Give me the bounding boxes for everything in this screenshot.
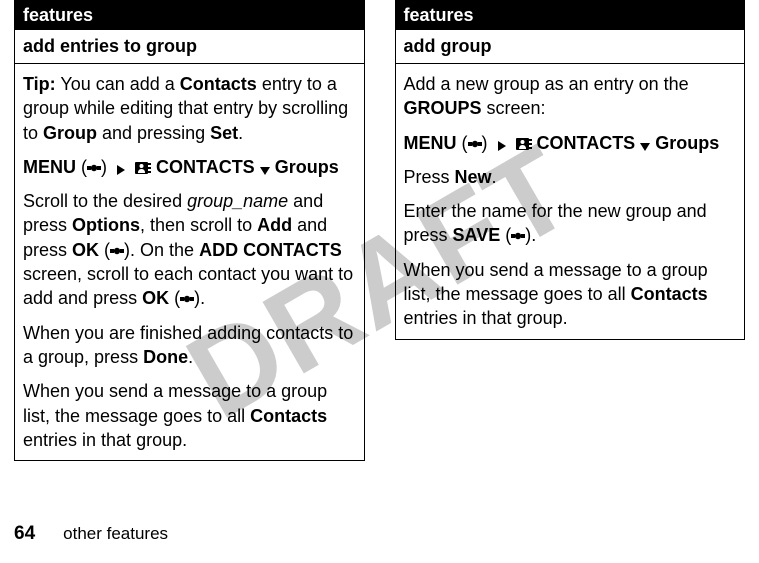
center-key-icon (87, 161, 101, 175)
down-arrow-icon (640, 143, 650, 151)
page-number: 64 (14, 523, 35, 544)
text: . (188, 347, 193, 367)
left-body: Tip: You can add a Contacts entry to a g… (15, 64, 364, 460)
contacts-menu: CONTACTS (156, 157, 255, 177)
groups-menu: Groups (655, 133, 719, 153)
text: entries in that group. (23, 430, 187, 450)
tip-label: Tip: (23, 74, 56, 94)
right-arrow-icon (498, 141, 506, 151)
left-menu-path: MENU () CONTACTS Groups (23, 155, 356, 179)
text: Enter the name for the new group and pre… (404, 201, 707, 245)
text: . (492, 167, 497, 187)
content-columns: features add entries to group Tip: You c… (0, 0, 759, 461)
text: . (200, 288, 205, 308)
text: screen: (482, 98, 546, 118)
left-title: add entries to group (15, 30, 364, 64)
text: . (531, 225, 536, 245)
phonebook-icon (135, 161, 151, 175)
text: entries in that group. (404, 308, 568, 328)
right-header: features (396, 1, 745, 30)
groups-word: GROUPS (404, 98, 482, 118)
right-p1: Add a new group as an entry on the GROUP… (404, 72, 737, 121)
center-key-icon (511, 229, 525, 243)
footer: 64 other features (14, 523, 168, 545)
contacts-word: Contacts (631, 284, 708, 304)
text: . On the (130, 240, 199, 260)
group-name: group_name (187, 191, 288, 211)
ok-word: OK (72, 240, 99, 260)
add-contacts-word: ADD CONTACTS (199, 240, 342, 260)
center-key-icon (180, 292, 194, 306)
options-word: Options (72, 215, 140, 235)
menu-word: MENU (404, 133, 457, 153)
groups-menu: Groups (275, 157, 339, 177)
add-word: Add (257, 215, 292, 235)
text: You can add a (56, 74, 180, 94)
footer-label: other features (63, 524, 168, 543)
text: , then scroll to (140, 215, 257, 235)
text: Add a new group as an entry on the (404, 74, 689, 94)
left-column: features add entries to group Tip: You c… (14, 0, 365, 461)
right-arrow-icon (117, 165, 125, 175)
right-title: add group (396, 30, 745, 64)
left-tip-paragraph: Tip: You can add a Contacts entry to a g… (23, 72, 356, 145)
left-header: features (15, 1, 364, 30)
text: Press (404, 167, 455, 187)
right-body: Add a new group as an entry on the GROUP… (396, 64, 745, 339)
right-column: features add group Add a new group as an… (395, 0, 746, 340)
new-word: New (455, 167, 492, 187)
right-p2: Press New. (404, 165, 737, 189)
group-word: Group (43, 123, 97, 143)
contacts-word: Contacts (250, 406, 327, 426)
text: and pressing (97, 123, 210, 143)
contacts-menu: CONTACTS (537, 133, 636, 153)
done-word: Done (143, 347, 188, 367)
left-p4: When you send a message to a group list,… (23, 379, 356, 452)
text: . (238, 123, 243, 143)
phonebook-icon (516, 137, 532, 151)
save-word: SAVE (453, 225, 501, 245)
text: Scroll to the desired (23, 191, 187, 211)
left-p2: Scroll to the desired group_name and pre… (23, 189, 356, 310)
set-word: Set (210, 123, 238, 143)
right-p4: When you send a message to a group list,… (404, 258, 737, 331)
center-key-icon (468, 137, 482, 151)
right-p3: Enter the name for the new group and pre… (404, 199, 737, 248)
down-arrow-icon (260, 167, 270, 175)
left-p3: When you are finished adding contacts to… (23, 321, 356, 370)
contacts-word: Contacts (180, 74, 257, 94)
ok-word: OK (142, 288, 169, 308)
right-menu-path: MENU () CONTACTS Groups (404, 131, 737, 155)
center-key-icon (110, 244, 124, 258)
menu-word: MENU (23, 157, 76, 177)
